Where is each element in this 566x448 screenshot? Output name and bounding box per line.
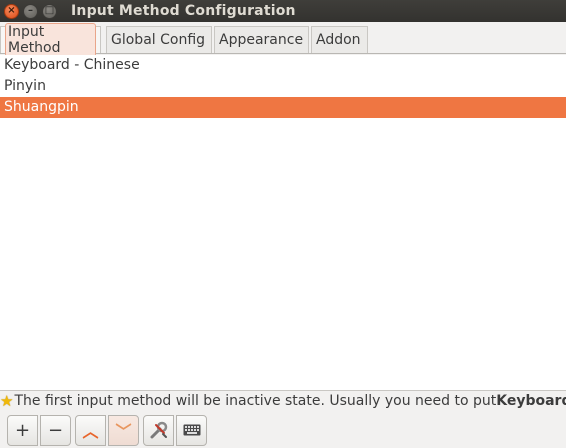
tab-appearance[interactable]: Appearance — [214, 26, 309, 53]
tab-global-config[interactable]: Global Config — [106, 26, 212, 53]
tab-appearance-label: Appearance — [219, 32, 304, 48]
status-text-prefix: The first input method will be inactive … — [14, 393, 497, 409]
tab-addon-label: Addon — [316, 32, 361, 48]
input-method-list[interactable]: Keyboard - Chinese Pinyin Shuangpin — [0, 55, 566, 391]
tab-input-method-label: Input Method — [5, 23, 96, 57]
keyboard-layout-button[interactable] — [176, 414, 207, 446]
minus-icon: − — [47, 419, 64, 441]
keyboard-icon — [183, 424, 200, 436]
title-bar: × – □ Input Method Configuration — [0, 0, 566, 22]
toolbar: + − ︿ ﹀ — [0, 412, 566, 448]
move-down-button[interactable]: ﹀ — [108, 414, 139, 446]
tab-addon[interactable]: Addon — [311, 26, 368, 53]
window-controls: × – □ — [4, 3, 57, 19]
star-icon: ★ — [0, 392, 14, 410]
list-item-pinyin[interactable]: Pinyin — [0, 76, 566, 97]
tab-bar: Input Method Global Config Appearance Ad… — [0, 22, 566, 57]
wrench-icon — [150, 421, 167, 439]
tab-global-config-label: Global Config — [111, 32, 206, 48]
configure-input-method-button[interactable] — [143, 414, 174, 446]
maximize-window-button[interactable]: □ — [42, 3, 57, 19]
chevron-up-icon: ︿ — [82, 422, 99, 441]
plus-icon: + — [14, 419, 31, 441]
minimize-window-button[interactable]: – — [23, 3, 38, 19]
tab-input-method[interactable]: Input Method — [0, 23, 101, 57]
list-item-keyboard-chinese[interactable]: Keyboard - Chinese — [0, 55, 566, 76]
chevron-down-icon: ﹀ — [115, 422, 132, 441]
window-title: Input Method Configuration — [71, 3, 296, 19]
add-input-method-button[interactable]: + — [7, 414, 38, 446]
move-up-button[interactable]: ︿ — [75, 414, 106, 446]
list-item-shuangpin[interactable]: Shuangpin — [0, 97, 566, 118]
remove-input-method-button[interactable]: − — [40, 414, 71, 446]
status-text-bold: Keyboard — [496, 393, 566, 409]
status-hint: ★ The first input method will be inactiv… — [0, 391, 566, 411]
close-window-button[interactable]: × — [4, 3, 19, 19]
